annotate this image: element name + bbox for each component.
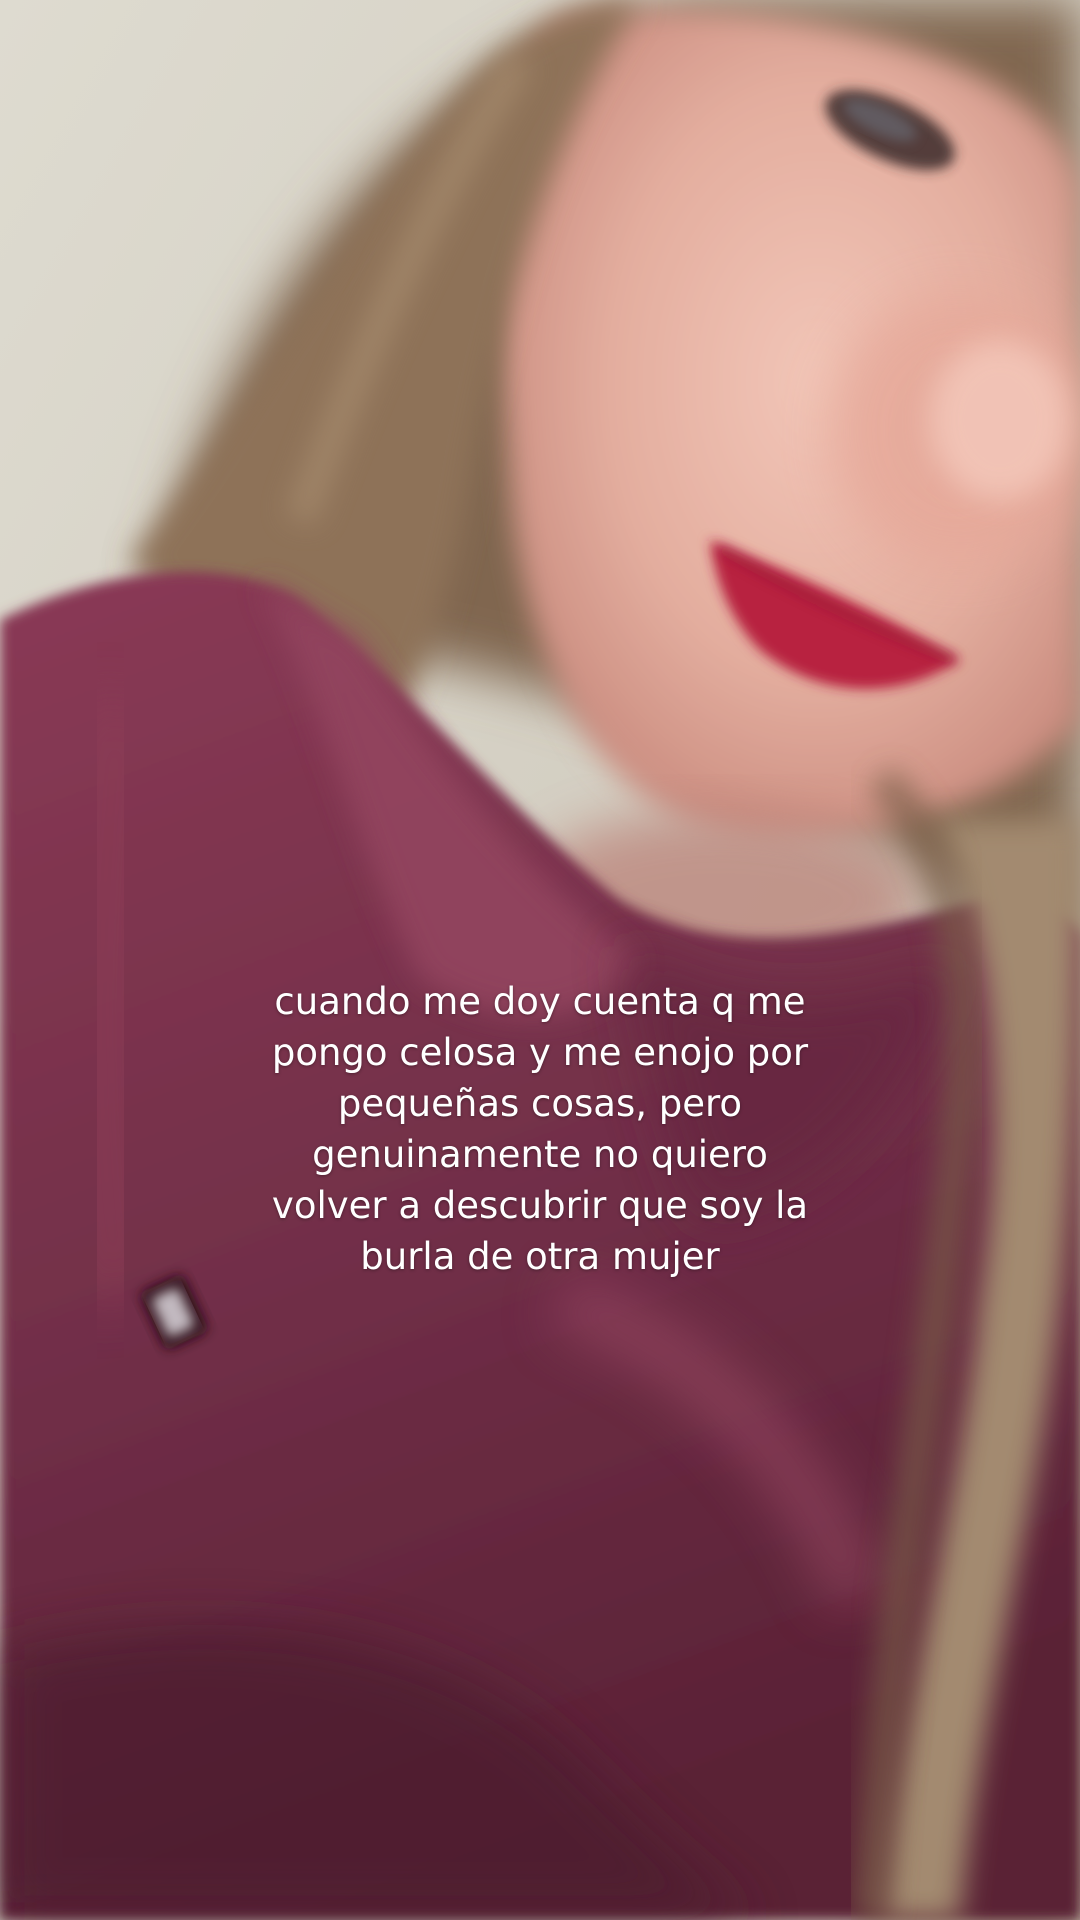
caption-text: cuando me doy cuenta q me pongo celosa y… <box>200 976 880 1282</box>
video-frame: cuando me doy cuenta q me pongo celosa y… <box>0 0 1080 1920</box>
caption-line: genuinamente no quiero <box>312 1133 768 1176</box>
caption-line: cuando me doy cuenta q me <box>274 980 806 1023</box>
caption-line: pequeñas cosas, pero <box>337 1082 743 1125</box>
caption-line: pongo celosa y me enojo por <box>271 1031 809 1074</box>
selfie-photo <box>0 0 1080 1920</box>
caption-line: burla de otra mujer <box>360 1235 720 1278</box>
caption-line: volver a descubrir que soy la <box>271 1184 809 1227</box>
